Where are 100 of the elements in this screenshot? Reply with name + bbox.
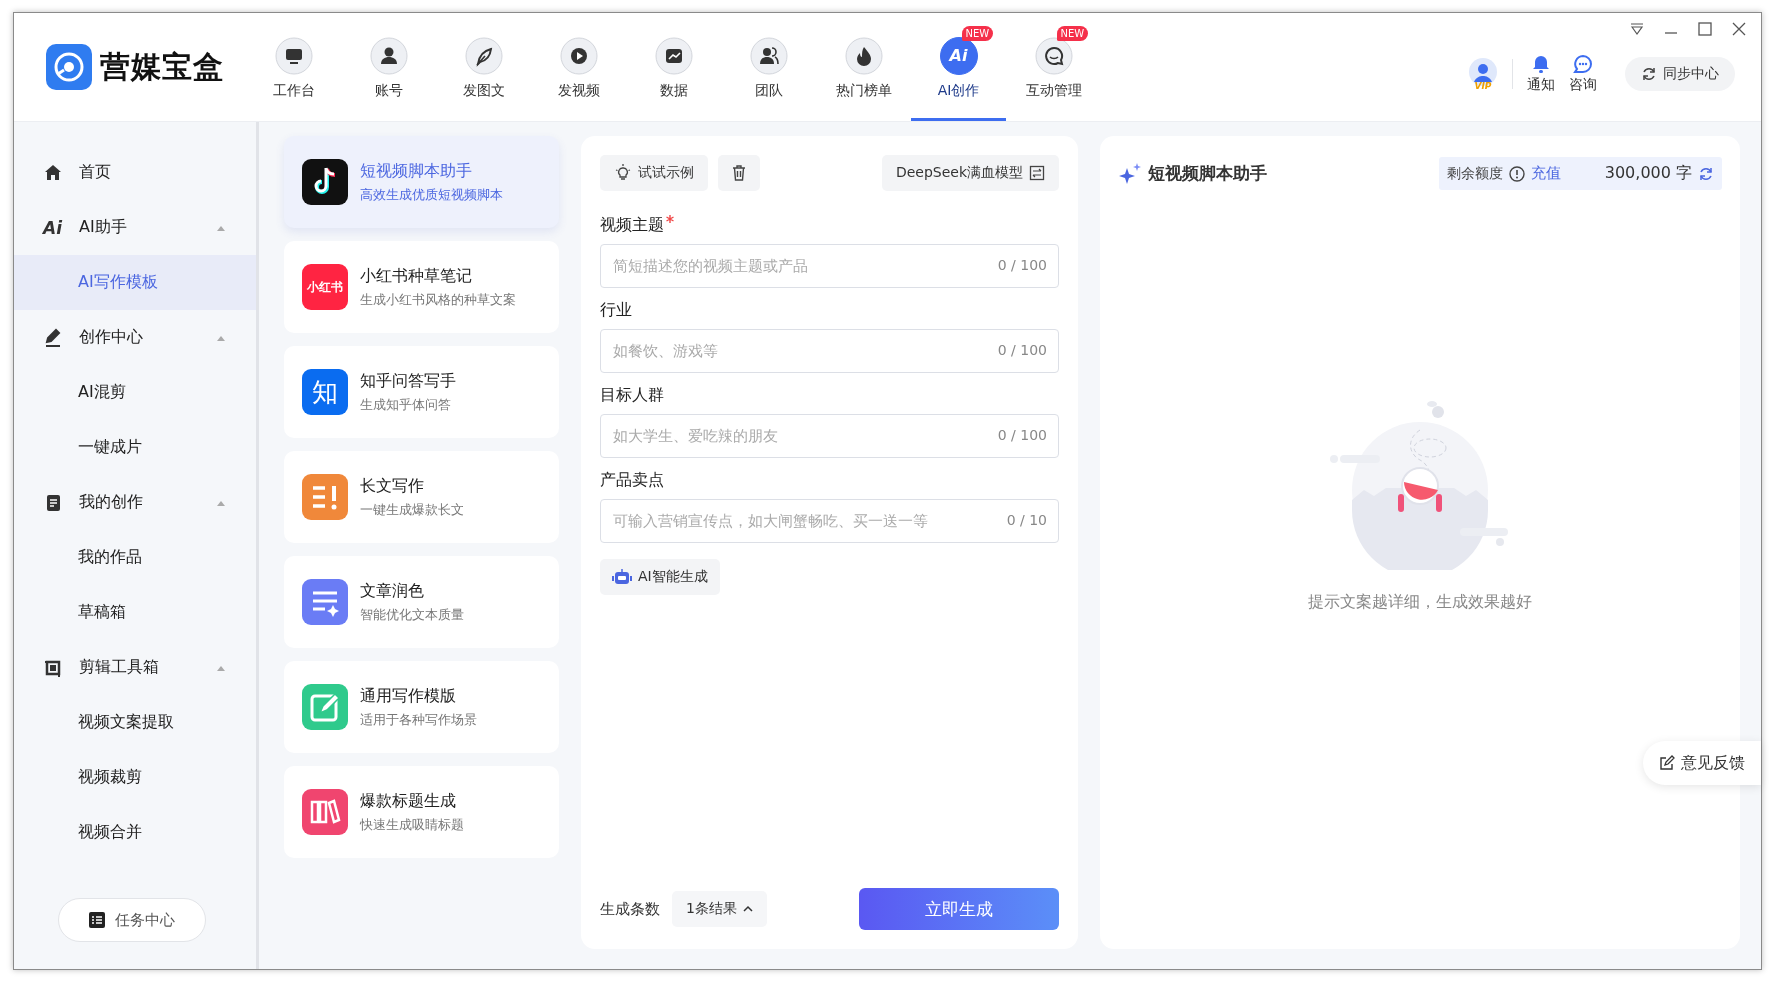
play-icon — [559, 36, 598, 75]
switch-icon — [1029, 165, 1045, 181]
template-card[interactable]: 通用写作模版 适用于各种写作场景 — [284, 661, 559, 753]
chat-icon — [1573, 54, 1593, 74]
trash-icon — [732, 165, 746, 181]
character-counter: 0 / 100 — [997, 427, 1047, 443]
home-icon — [43, 162, 63, 183]
team-icon — [749, 36, 788, 75]
count-dropdown[interactable]: 1条结果 — [672, 891, 767, 927]
notification-button[interactable]: 通知 — [1527, 54, 1555, 94]
sidebar-subitem[interactable]: 我的作品 — [14, 530, 256, 585]
template-card[interactable]: 小红书 小红书种草笔记 生成小红书风格的种草文案 — [284, 241, 559, 333]
ai-icon: Ai — [43, 217, 63, 238]
maximize-icon[interactable] — [1697, 21, 1713, 37]
text-logo-icon: 知 — [302, 369, 348, 415]
app-logo: 营媒宝盒 — [100, 47, 224, 86]
close-icon[interactable] — [1731, 21, 1747, 37]
dropdown-icon[interactable] — [1629, 21, 1645, 37]
new-badge: NEW — [961, 25, 994, 41]
character-counter: 0 / 100 — [997, 257, 1047, 273]
sidebar-subitem[interactable]: 视频合并 — [14, 805, 256, 860]
flame-icon — [844, 36, 883, 75]
template-title: 短视频脚本助手 — [360, 160, 473, 182]
nav-tab[interactable]: 发图文 — [436, 13, 531, 121]
template-title: 长文写作 — [360, 475, 425, 497]
field-label: 视频主题 — [600, 215, 664, 236]
sidebar-subitem[interactable]: 草稿箱 — [14, 585, 256, 640]
generate-button[interactable]: 立即生成 — [859, 888, 1059, 930]
nav-tab[interactable]: NEW 互动管理 — [1006, 13, 1101, 121]
new-badge: NEW — [1056, 25, 1089, 41]
template-description: 一键生成爆款长文 — [360, 500, 464, 519]
template-card[interactable]: 文章润色 智能优化文本质量 — [284, 556, 559, 648]
nav-tab[interactable]: 数据 — [626, 13, 721, 121]
sparkle-lines-icon — [302, 579, 348, 625]
template-title: 知乎问答写手 — [360, 370, 456, 392]
template-description: 生成小红书风格的种草文案 — [360, 290, 516, 309]
music-note-icon — [302, 159, 348, 205]
ai-icon: Ai — [939, 36, 978, 75]
template-card[interactable]: 短视频脚本助手 高效生成优质短视频脚本 — [284, 136, 559, 228]
sidebar-item[interactable]: Ai AI助手 — [14, 200, 256, 255]
pen-icon — [43, 327, 63, 348]
sidebar-subitem[interactable]: 一键成片 — [14, 420, 256, 475]
person-icon — [369, 36, 408, 75]
nav-tab[interactable]: 发视频 — [531, 13, 626, 121]
sidebar-subitem[interactable]: 视频裁剪 — [14, 750, 256, 805]
ai-generate-button[interactable]: AI智能生成 — [600, 559, 720, 595]
feedback-button[interactable]: 意见反馈 — [1643, 741, 1761, 785]
nav-tab[interactable]: 工作台 — [246, 13, 341, 121]
lightbulb-icon — [614, 164, 632, 182]
sidebar-item[interactable]: 剪辑工具箱 — [14, 640, 256, 695]
chat-icon — [1034, 36, 1073, 75]
template-description: 快速生成吸睛标题 — [360, 815, 464, 834]
nav-tab[interactable]: NEW Ai AI创作 — [911, 13, 1006, 121]
task-center-button[interactable]: 任务中心 — [58, 898, 206, 942]
bell-icon — [1531, 54, 1551, 74]
template-title: 文章润色 — [360, 580, 425, 602]
template-description: 智能优化文本质量 — [360, 605, 464, 624]
sidebar-item[interactable]: 首页 — [14, 145, 256, 200]
nav-tab[interactable]: 账号 — [341, 13, 436, 121]
delete-button[interactable] — [718, 155, 760, 191]
template-description: 高效生成优质短视频脚本 — [360, 185, 503, 204]
caret-icon — [742, 905, 753, 913]
empty-hint: 提示文案越详细，生成效果越好 — [1308, 592, 1532, 613]
text-lines-icon — [302, 474, 348, 520]
recharge-link[interactable]: 充值 — [1530, 164, 1561, 183]
sidebar-subitem[interactable]: 视频文案提取 — [14, 695, 256, 750]
sidebar-subitem[interactable]: AI写作模板 — [14, 255, 256, 310]
character-counter: 0 / 100 — [997, 342, 1047, 358]
sidebar-item[interactable]: 创作中心 — [14, 310, 256, 365]
refresh-icon[interactable] — [1698, 165, 1714, 182]
text-logo-icon: 小红书 — [302, 264, 348, 310]
logo-icon — [46, 44, 92, 90]
avatar-icon — [1468, 57, 1498, 87]
template-card[interactable]: 知 知乎问答写手 生成知乎体问答 — [284, 346, 559, 438]
books-icon — [302, 789, 348, 835]
nav-tab[interactable]: 热门榜单 — [816, 13, 911, 121]
info-icon[interactable] — [1508, 165, 1525, 182]
field-label: 行业 — [600, 300, 632, 321]
sync-center-button[interactable]: 同步中心 — [1625, 57, 1735, 91]
template-card[interactable]: 爆款标题生成 快速生成吸睛标题 — [284, 766, 559, 858]
panel-title: 短视频脚本助手 — [1148, 162, 1267, 185]
robot-icon — [612, 568, 632, 586]
character-counter: 0 / 10 — [1006, 512, 1047, 528]
try-example-button[interactable]: 试试示例 — [600, 155, 708, 191]
edit-icon — [1659, 755, 1675, 771]
quota-amount: 300,000 字 — [1604, 163, 1692, 184]
sidebar-item[interactable]: 我的创作 — [14, 475, 256, 530]
count-label: 生成条数 — [600, 899, 660, 919]
template-description: 适用于各种写作场景 — [360, 710, 477, 729]
consult-button[interactable]: 咨询 — [1569, 54, 1597, 94]
feather-icon — [464, 36, 503, 75]
template-card[interactable]: 长文写作 一键生成爆款长文 — [284, 451, 559, 543]
template-description: 生成知乎体问答 — [360, 395, 452, 414]
field-label: 产品卖点 — [600, 470, 664, 491]
sidebar-subitem[interactable]: AI混剪 — [14, 365, 256, 420]
nav-tab[interactable]: 团队 — [721, 13, 816, 121]
monitor-icon — [274, 36, 313, 75]
edit-icon — [302, 684, 348, 730]
model-selector[interactable]: DeepSeek满血模型 — [881, 155, 1059, 191]
quota-label: 剩余额度 — [1446, 164, 1503, 183]
